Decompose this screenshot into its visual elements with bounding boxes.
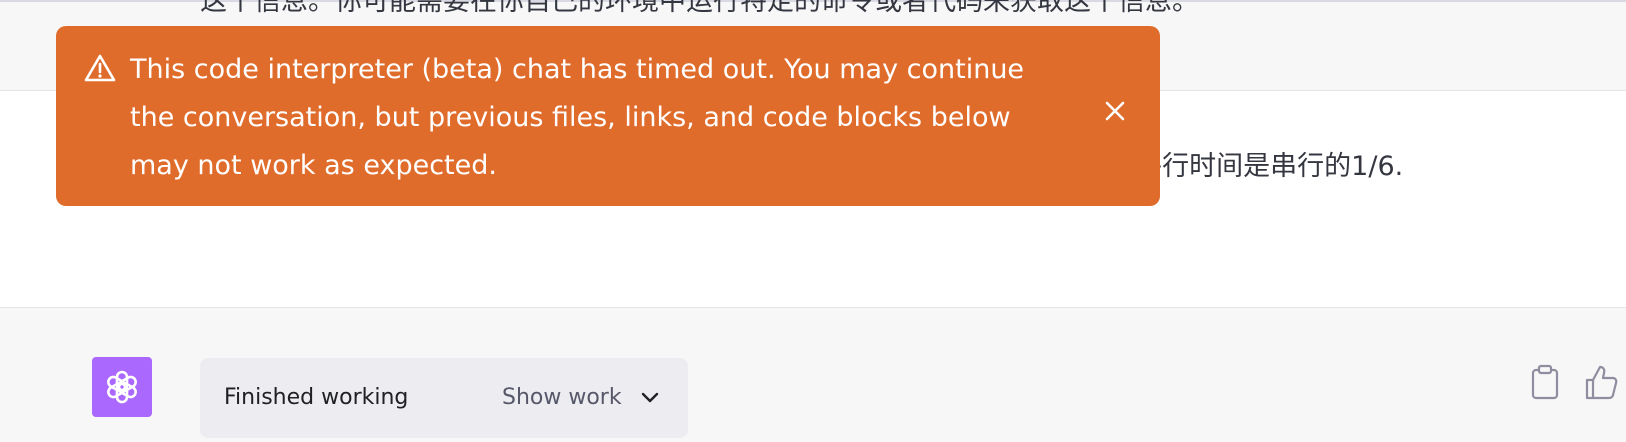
message-actions (1516, 364, 1626, 404)
openai-logo-icon (107, 370, 137, 404)
assistant-avatar (92, 357, 152, 417)
timeout-toast: This code interpreter (beta) chat has ti… (56, 26, 1160, 206)
finished-working-panel[interactable]: Finished working Show work (200, 358, 688, 438)
work-status-label: Finished working (224, 385, 409, 410)
copy-icon[interactable] (1530, 364, 1560, 400)
chevron-down-icon[interactable] (638, 386, 662, 410)
close-icon[interactable] (1102, 98, 1128, 124)
assistant-message-text: 这个信息。你可能需要在你自己的环境中运行特定的命令或者代码来获取这个信息。 (200, 0, 1199, 17)
thumbs-up-icon[interactable] (1584, 364, 1618, 400)
toast-message: This code interpreter (beta) chat has ti… (130, 54, 1025, 181)
show-work-button[interactable]: Show work (502, 358, 622, 438)
assistant-message-row: Finished working Show work (0, 308, 1626, 442)
warning-triangle-icon (84, 54, 116, 82)
